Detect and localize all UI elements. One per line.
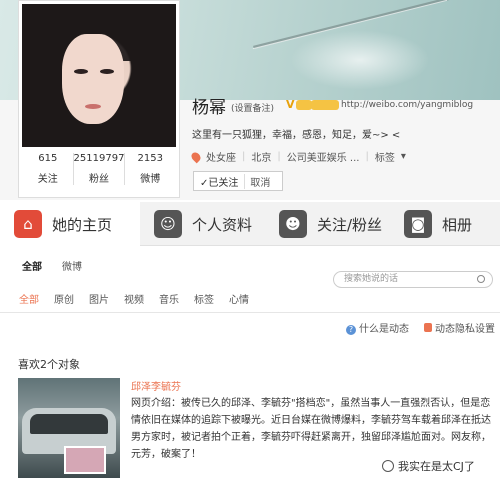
filter-videos[interactable]: 视频 xyxy=(124,291,144,306)
profile-url[interactable]: http://weibo.com/yangmiblog xyxy=(341,100,473,110)
stat-posts[interactable]: 2153 微博 xyxy=(125,153,175,185)
verified-badge-icon: V xyxy=(286,98,295,111)
question-icon: ? xyxy=(346,325,356,335)
filter-mood[interactable]: 心情 xyxy=(229,291,249,306)
level-badge-icon[interactable] xyxy=(311,100,339,110)
tab-follows[interactable]: ☻ 关注/粉丝 xyxy=(265,202,390,246)
search-input[interactable]: 搜索她说的话 xyxy=(333,271,493,288)
profile-name: 杨幂 xyxy=(192,98,226,118)
search-icon[interactable] xyxy=(477,275,485,283)
company[interactable]: 公司美亚娱乐 ... xyxy=(287,149,360,164)
article-body: 网页介绍：被传已久的邱泽、李毓芬"搭档恋"，虽然当事人一直强烈否认，但是恋情依旧… xyxy=(131,398,491,460)
tab-home[interactable]: ⌂ 她的主页 xyxy=(0,202,140,246)
profile-stats: 615 关注 25119797 粉丝 2153 微博 xyxy=(23,153,175,185)
profile-bio: 这里有一只狐狸，幸福，感恩，知足，爱~> < xyxy=(192,130,401,141)
person-icon: ☺ xyxy=(154,210,182,238)
profile-info-row: 处女座 | 北京 | 公司美亚娱乐 ... | 标签 ▾ xyxy=(189,149,406,164)
stat-following[interactable]: 615 关注 xyxy=(23,153,74,185)
people-icon: ☻ xyxy=(279,210,307,238)
feed-filters: 全部 原创 图片 视频 音乐 标签 心情 xyxy=(19,291,249,306)
filter-original[interactable]: 原创 xyxy=(54,291,74,306)
likes-heading: 喜欢2个对象 xyxy=(18,358,80,371)
article-title[interactable]: 邱泽李毓芬 xyxy=(131,378,181,393)
subnav-weibo[interactable]: 微博 xyxy=(62,258,82,273)
location: 北京 xyxy=(251,153,272,164)
zodiac: 处女座 xyxy=(206,153,236,164)
location-icon xyxy=(189,150,203,163)
tags-dropdown[interactable]: 标签 xyxy=(375,149,395,164)
filter-tags[interactable]: 标签 xyxy=(194,291,214,306)
set-remark-link[interactable]: (设置备注) xyxy=(231,101,274,114)
follow-status: ✓已关注 取消 xyxy=(193,171,283,191)
tab-album[interactable]: ◙ 相册 xyxy=(390,202,500,246)
avatar[interactable] xyxy=(22,4,176,147)
what-is-activity-link[interactable]: ? 什么是动态 xyxy=(346,320,409,335)
chevron-down-icon[interactable]: ▾ xyxy=(401,151,406,162)
watermark: 我实在是太CJ了 xyxy=(382,458,475,474)
divider xyxy=(0,312,500,313)
tab-profile[interactable]: ☺ 个人资料 xyxy=(140,202,265,246)
subnav-all[interactable]: 全部 xyxy=(22,258,42,273)
filter-all[interactable]: 全部 xyxy=(19,291,39,306)
followed-button[interactable]: ✓已关注 xyxy=(200,174,238,189)
filter-music[interactable]: 音乐 xyxy=(159,291,179,306)
activity-privacy-link[interactable]: 动态隐私设置 xyxy=(424,320,495,335)
home-icon: ⌂ xyxy=(14,210,42,238)
feed-subnav: 全部 微博 xyxy=(22,258,82,273)
avatar-card: 615 关注 25119797 粉丝 2153 微博 xyxy=(18,0,180,198)
lock-icon xyxy=(424,323,432,332)
profile-tabs: ⌂ 她的主页 ☺ 个人资料 ☻ 关注/粉丝 ◙ 相册 xyxy=(0,202,500,246)
filter-images[interactable]: 图片 xyxy=(89,291,109,306)
article-thumbnail[interactable] xyxy=(18,378,120,478)
camera-icon: ◙ xyxy=(404,210,432,238)
vip-icon[interactable] xyxy=(296,100,312,110)
wechat-icon xyxy=(382,460,394,472)
stat-followers[interactable]: 25119797 粉丝 xyxy=(74,153,126,185)
unfollow-button[interactable]: 取消 xyxy=(244,173,270,189)
